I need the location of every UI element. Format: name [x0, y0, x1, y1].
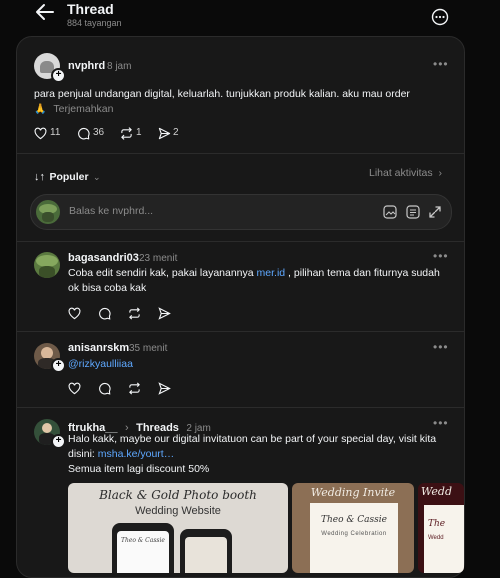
reply-text-start: Coba edit sendiri kak, pakai layanannya — [68, 267, 257, 279]
reply-box[interactable]: Balas ke nvphrd... — [30, 194, 452, 230]
divider — [17, 153, 464, 154]
expand-icon[interactable] — [428, 205, 442, 219]
like-icon[interactable] — [68, 382, 81, 395]
share-icon[interactable] — [158, 127, 171, 140]
reply-discount-text: Semua item lagi discount 50% — [68, 463, 210, 475]
follow-plus-icon[interactable]: + — [51, 68, 66, 83]
reply-link[interactable]: mer.id — [257, 267, 286, 279]
pray-emoji: 🙏 — [34, 104, 47, 115]
divider — [17, 407, 464, 408]
like-count: 11 — [50, 127, 61, 138]
invite-caption: Wedd — [428, 535, 444, 541]
image-attach-icon[interactable] — [383, 205, 397, 219]
comment-icon[interactable] — [98, 307, 111, 320]
image-3-title: Wedd — [421, 485, 453, 498]
post-body: para penjual undangan digital, keluarlah… — [34, 88, 410, 100]
translate-link[interactable]: Terjemahkan — [53, 103, 113, 115]
reply-more-icon[interactable]: ••• — [433, 340, 449, 354]
sort-label: Populer — [49, 171, 89, 183]
comment-count: 36 — [93, 127, 105, 138]
reply-time: 35 menit — [129, 343, 168, 354]
view-activity-label: Lihat aktivitas — [369, 167, 433, 179]
repost-count: 1 — [136, 127, 142, 138]
sort-arrows-icon: ↓↑ — [34, 171, 45, 183]
image-1[interactable]: Black & Gold Photo booth Wedding Website… — [68, 483, 288, 573]
chevron-right-icon: › — [438, 167, 443, 179]
repost-icon[interactable] — [128, 307, 141, 320]
phone-mockup — [180, 529, 232, 573]
back-arrow-icon[interactable] — [34, 2, 56, 22]
repost-icon[interactable] — [120, 127, 133, 140]
repost-icon[interactable] — [128, 382, 141, 395]
top-bar: Thread 884 tayangan — [0, 0, 500, 36]
reply-actions — [68, 307, 188, 321]
view-count: 884 tayangan — [67, 18, 122, 28]
share-icon[interactable] — [158, 382, 171, 395]
share-count: 2 — [173, 127, 179, 138]
view-activity-link[interactable]: Lihat aktivitas › — [369, 167, 442, 179]
avatar[interactable] — [34, 252, 60, 278]
image-3[interactable]: Wedd The Wedd — [418, 483, 464, 573]
invite-card: The Wedd — [424, 505, 464, 573]
reply-link[interactable]: msha.ke/yourt… — [98, 448, 174, 460]
reply-time: 23 menit — [139, 253, 178, 264]
reply-author[interactable]: bagasandri03 — [68, 252, 139, 264]
phone-mockup: Theo & Cassie — [112, 523, 174, 573]
chevron-down-icon: ⌄ — [93, 172, 101, 182]
post-actions: 11 36 1 2 — [34, 126, 234, 142]
reply-more-icon[interactable]: ••• — [433, 249, 449, 263]
image-2[interactable]: Wedding Invite Theo & Cassie Wedding Cel… — [292, 483, 414, 573]
comment-icon[interactable] — [98, 382, 111, 395]
invite-names: Theo & Cassie — [321, 515, 387, 525]
page-title: Thread — [67, 1, 114, 17]
invite-names: The — [428, 519, 446, 529]
divider — [17, 331, 464, 332]
reply-text: Halo kakk, maybe our digital invitatuon … — [68, 432, 453, 477]
gif-icon[interactable] — [406, 205, 420, 219]
comment-icon[interactable] — [77, 127, 90, 140]
share-icon[interactable] — [158, 307, 171, 320]
follow-plus-icon[interactable]: + — [51, 358, 66, 373]
thread-panel: + nvphrd 8 jam ••• para penjual undangan… — [16, 36, 465, 578]
reply-author[interactable]: anisanrskm — [68, 342, 129, 354]
post-more-icon[interactable]: ••• — [433, 57, 449, 71]
my-avatar — [36, 200, 60, 224]
image-1-subtitle: Wedding Website — [135, 505, 221, 517]
reply-text: Coba edit sendiri kak, pakai layanannya … — [68, 266, 453, 296]
reply-actions — [68, 382, 188, 396]
mention-link[interactable]: @rizkyaulliiaa — [68, 357, 133, 372]
reply-input[interactable]: Balas ke nvphrd... — [69, 205, 153, 217]
post-text: para penjual undangan digital, keluarlah… — [34, 87, 434, 117]
reply-more-icon[interactable]: ••• — [433, 416, 449, 430]
sort-dropdown[interactable]: ↓↑ Populer ⌄ — [34, 167, 101, 183]
like-icon[interactable] — [34, 127, 47, 140]
invite-caption: Wedding Celebration — [321, 531, 387, 537]
like-icon[interactable] — [68, 307, 81, 320]
invite-card: Theo & Cassie Wedding Celebration — [310, 503, 398, 573]
image-2-title: Wedding Invite — [310, 486, 396, 499]
more-options-circle-icon[interactable] — [431, 8, 449, 26]
post-author[interactable]: nvphrd — [68, 60, 105, 72]
phone-card-text: Theo & Cassie — [121, 537, 165, 544]
image-1-title: Black & Gold Photo booth — [99, 488, 257, 502]
post-time: 8 jam — [107, 61, 132, 72]
follow-plus-icon[interactable]: + — [51, 434, 66, 449]
divider — [17, 241, 464, 242]
